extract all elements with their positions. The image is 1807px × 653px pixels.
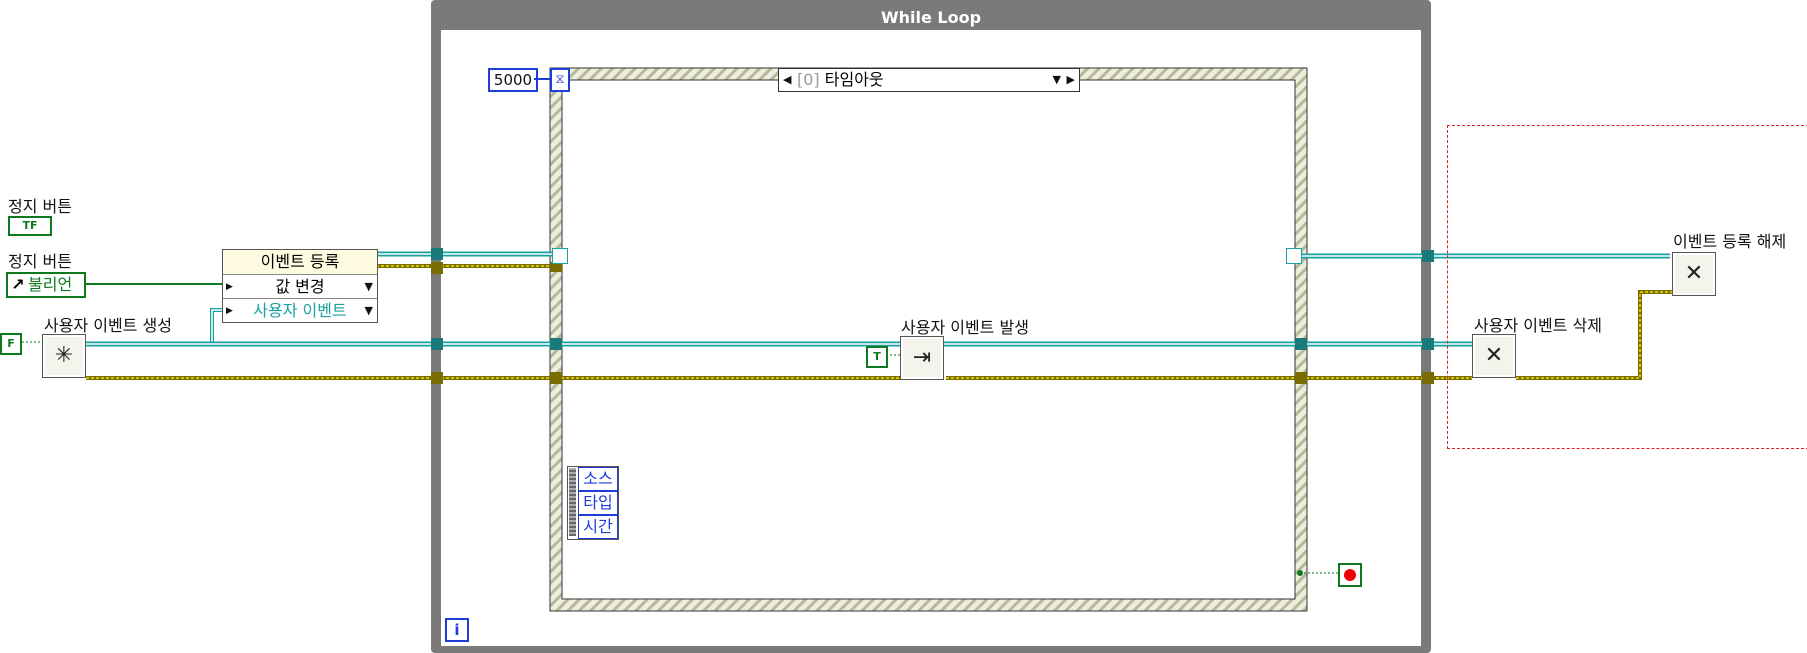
register-for-events-node[interactable]: 이벤트 등록 ▶ 값 변경 ▼ ▶ 사용자 이벤트 ▼ — [222, 249, 378, 323]
hourglass-icon[interactable]: ⧖ — [550, 68, 570, 92]
stop-button-ref-text: 불리언 — [28, 275, 73, 294]
user-event-wire-to-register — [210, 308, 222, 344]
create-user-event-icon[interactable]: ✳ — [42, 334, 86, 378]
expand-arrow-icon: ▶ — [226, 306, 233, 316]
chevron-down-icon[interactable]: ▼ — [365, 299, 373, 323]
true-constant[interactable]: T — [866, 346, 888, 368]
event-data-time[interactable]: 시간 — [578, 515, 618, 539]
stop-button-terminal-label: 정지 버튼 — [8, 197, 72, 216]
event-data-handle — [569, 468, 576, 536]
timeout-constant[interactable]: 5000 — [488, 68, 538, 92]
iteration-terminal[interactable]: i — [445, 618, 469, 642]
chevron-down-icon[interactable]: ▼ — [365, 275, 373, 299]
reference-arrow-icon: ↗ — [11, 275, 25, 294]
false-constant[interactable]: F — [0, 333, 22, 355]
expand-arrow-icon: ▶ — [226, 282, 233, 292]
case-index: [0] — [797, 70, 820, 89]
stop-button-reference[interactable]: ↗ 불리언 — [6, 272, 86, 298]
selection-rectangle — [1447, 125, 1807, 449]
register-event-value-change[interactable]: 값 변경 — [275, 277, 324, 296]
register-event-user-event[interactable]: 사용자 이벤트 — [253, 301, 346, 320]
loop-condition-stop-icon[interactable] — [1338, 563, 1362, 587]
dynamic-event-terminal-left[interactable] — [552, 248, 568, 264]
event-data-node[interactable]: 소스 타입 시간 — [567, 466, 619, 540]
case-name: 타임아웃 — [824, 70, 884, 89]
generate-user-event-icon[interactable]: ⇥ — [900, 336, 944, 380]
event-data-type[interactable]: 타입 — [578, 491, 618, 515]
dynamic-event-terminal-right[interactable] — [1286, 248, 1302, 264]
stop-button-terminal[interactable]: TF — [8, 216, 52, 236]
register-events-header: 이벤트 등록 — [260, 252, 340, 271]
chevron-down-icon[interactable]: ▼ — [1053, 69, 1061, 91]
next-case-arrow-icon[interactable]: ▶ — [1067, 69, 1075, 91]
block-diagram: While Loop 5000 ⧖ ◀ [0] 타임아웃 ▼ ▶ 정지 버튼 T… — [0, 0, 1807, 653]
event-data-source[interactable]: 소스 — [578, 467, 618, 491]
create-user-event-label: 사용자 이벤트 생성 — [44, 316, 172, 335]
stop-button-ref-label: 정지 버튼 — [8, 252, 72, 271]
previous-case-arrow-icon[interactable]: ◀ — [783, 69, 791, 91]
while-loop-title: While Loop — [880, 8, 982, 27]
event-case-selector[interactable]: ◀ [0] 타임아웃 ▼ ▶ — [778, 68, 1080, 92]
timeout-wire — [534, 78, 550, 80]
generate-user-event-label: 사용자 이벤트 발생 — [901, 318, 1029, 337]
